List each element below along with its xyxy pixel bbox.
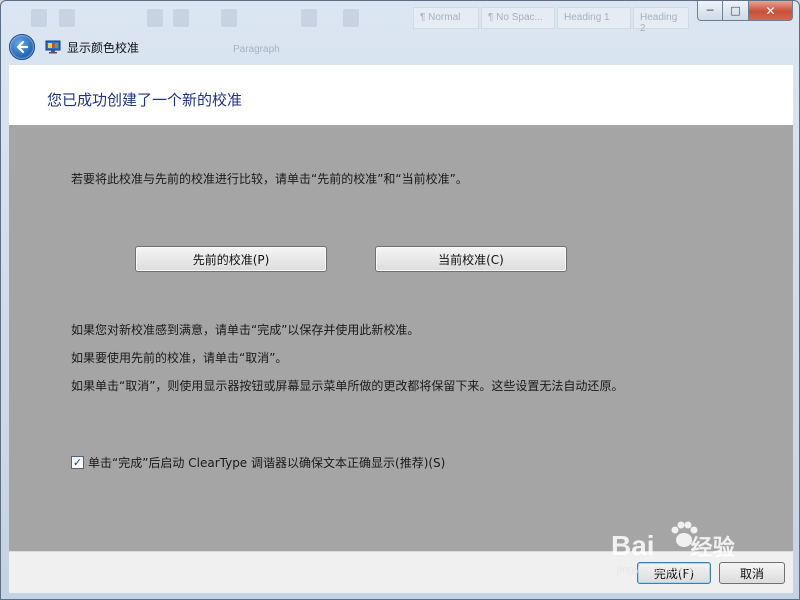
info-line-satisfied: 如果您对新校准感到满意，请单击“完成”以保存并使用此新校准。: [71, 323, 420, 337]
wizard-footer: 完成(F) 取消: [9, 551, 793, 593]
minimize-icon: ─: [706, 4, 714, 17]
cleartype-checkbox[interactable]: ✓: [71, 456, 84, 469]
background-toolbar-icon: [31, 9, 47, 27]
current-calibration-button[interactable]: 当前校准(C): [375, 246, 567, 272]
monitor-icon: [45, 40, 61, 54]
close-button[interactable]: ✕: [749, 1, 793, 21]
cleartype-option[interactable]: ✓ 单击“完成”后启动 ClearType 调谐器以确保文本正确显示(推荐)(S…: [71, 454, 445, 471]
maximize-icon: □: [730, 4, 741, 17]
previous-calibration-button[interactable]: 先前的校准(P): [135, 246, 327, 272]
window-controls: ─ □ ✕: [697, 1, 793, 21]
compare-instruction: 若要将此校准与先前的校准进行比较，请单击“先前的校准”和“当前校准”。: [71, 172, 468, 186]
background-group-label: Paragraph: [233, 44, 280, 55]
back-button[interactable]: [9, 34, 35, 60]
header-band: 您已成功创建了一个新的校准: [9, 65, 793, 125]
background-toolbar-icon: [301, 9, 317, 27]
finish-button[interactable]: 完成(F): [637, 562, 711, 584]
background-style-heading1: Heading 1: [557, 7, 631, 29]
cancel-button[interactable]: 取消: [719, 562, 785, 584]
background-style-heading2: Heading 2: [633, 7, 689, 34]
background-toolbar-icon: [221, 9, 237, 27]
background-toolbar-icon: [343, 9, 359, 27]
background-toolbar-icon: [59, 9, 75, 27]
maximize-button[interactable]: □: [723, 1, 749, 21]
back-arrow-icon: [16, 40, 29, 54]
background-toolbar-icon: [147, 9, 163, 27]
info-line-warning: 如果单击“取消”，则使用显示器按钮或屏幕显示菜单所做的更改都将保留下来。这些设置…: [71, 379, 624, 393]
background-style-normal: ¶ Normal: [413, 7, 479, 29]
wizard-content: 您已成功创建了一个新的校准 若要将此校准与先前的校准进行比较，请单击“先前的校准…: [9, 65, 793, 551]
background-style-nospacing: ¶ No Spac...: [481, 7, 555, 29]
background-toolbar-icon: [173, 9, 189, 27]
close-icon: ✕: [765, 3, 776, 18]
window-title: 显示颜色校准: [67, 40, 140, 55]
calibration-window: ¶ Normal ¶ No Spac... Heading 1 Heading …: [0, 0, 800, 600]
minimize-button[interactable]: ─: [697, 1, 723, 21]
checkmark-icon: ✓: [72, 456, 83, 469]
page-title: 您已成功创建了一个新的校准: [47, 91, 243, 109]
navigation-bar: 显示颜色校准: [9, 33, 139, 61]
cleartype-label[interactable]: 单击“完成”后启动 ClearType 调谐器以确保文本正确显示(推荐)(S): [88, 454, 445, 471]
info-line-cancel: 如果要使用先前的校准，请单击“取消”。: [71, 351, 288, 365]
body-area: 若要将此校准与先前的校准进行比较，请单击“先前的校准”和“当前校准”。 先前的校…: [9, 125, 793, 551]
